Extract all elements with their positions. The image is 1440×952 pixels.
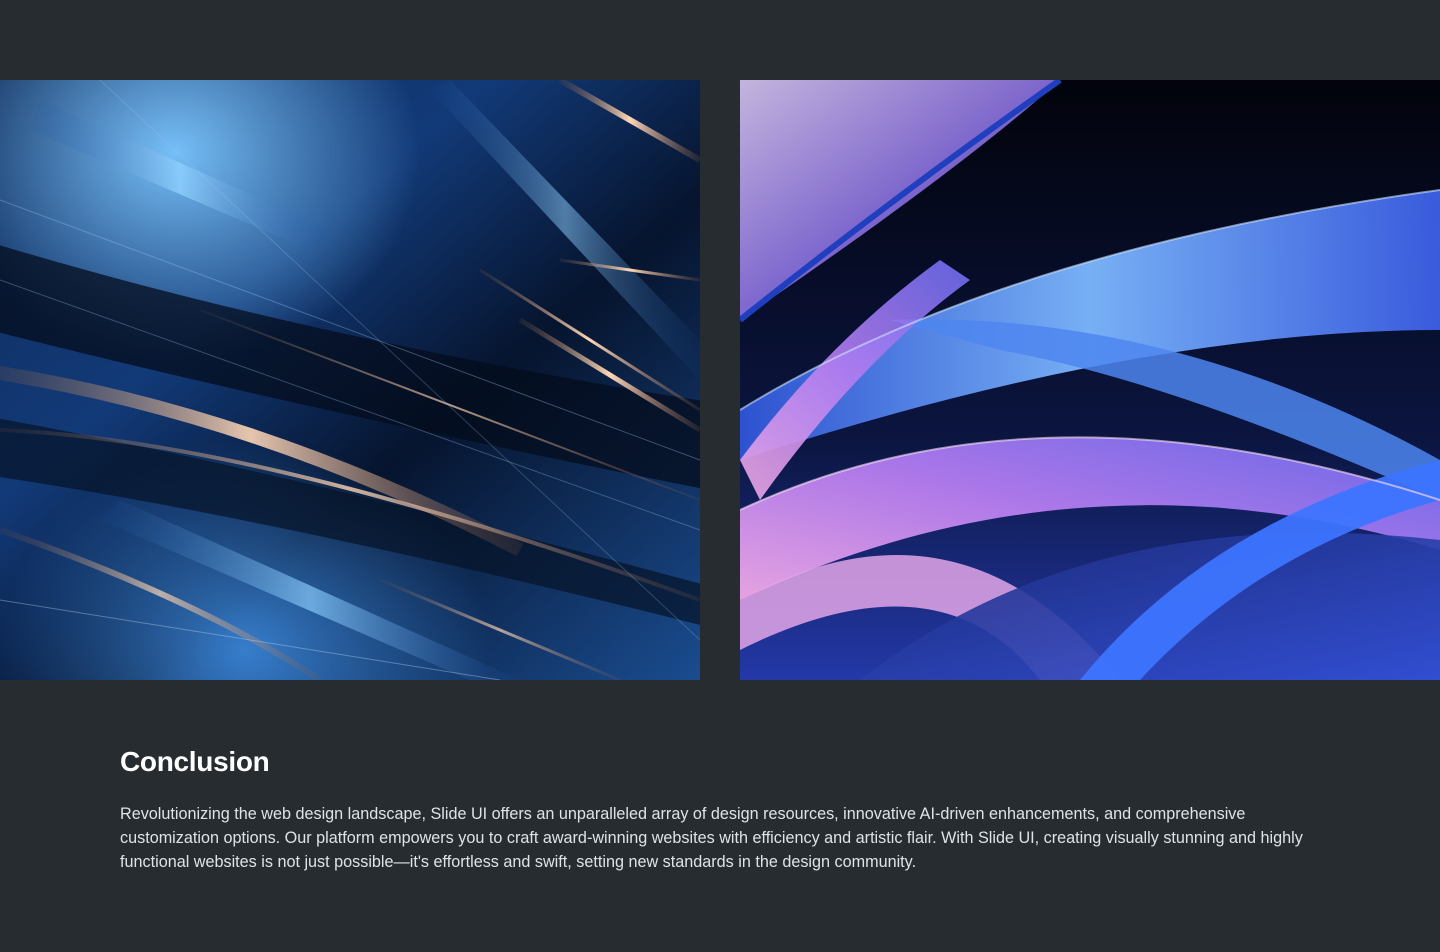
section-body-text: Revolutionizing the web design landscape… <box>120 805 1303 871</box>
abstract-ribbon-waves-image <box>740 80 1440 680</box>
conclusion-section: Conclusion Revolutionizing the web desig… <box>120 744 1320 874</box>
section-heading: Conclusion <box>120 746 270 777</box>
abstract-metallic-streaks-image <box>0 80 700 680</box>
image-gallery <box>0 80 1440 680</box>
